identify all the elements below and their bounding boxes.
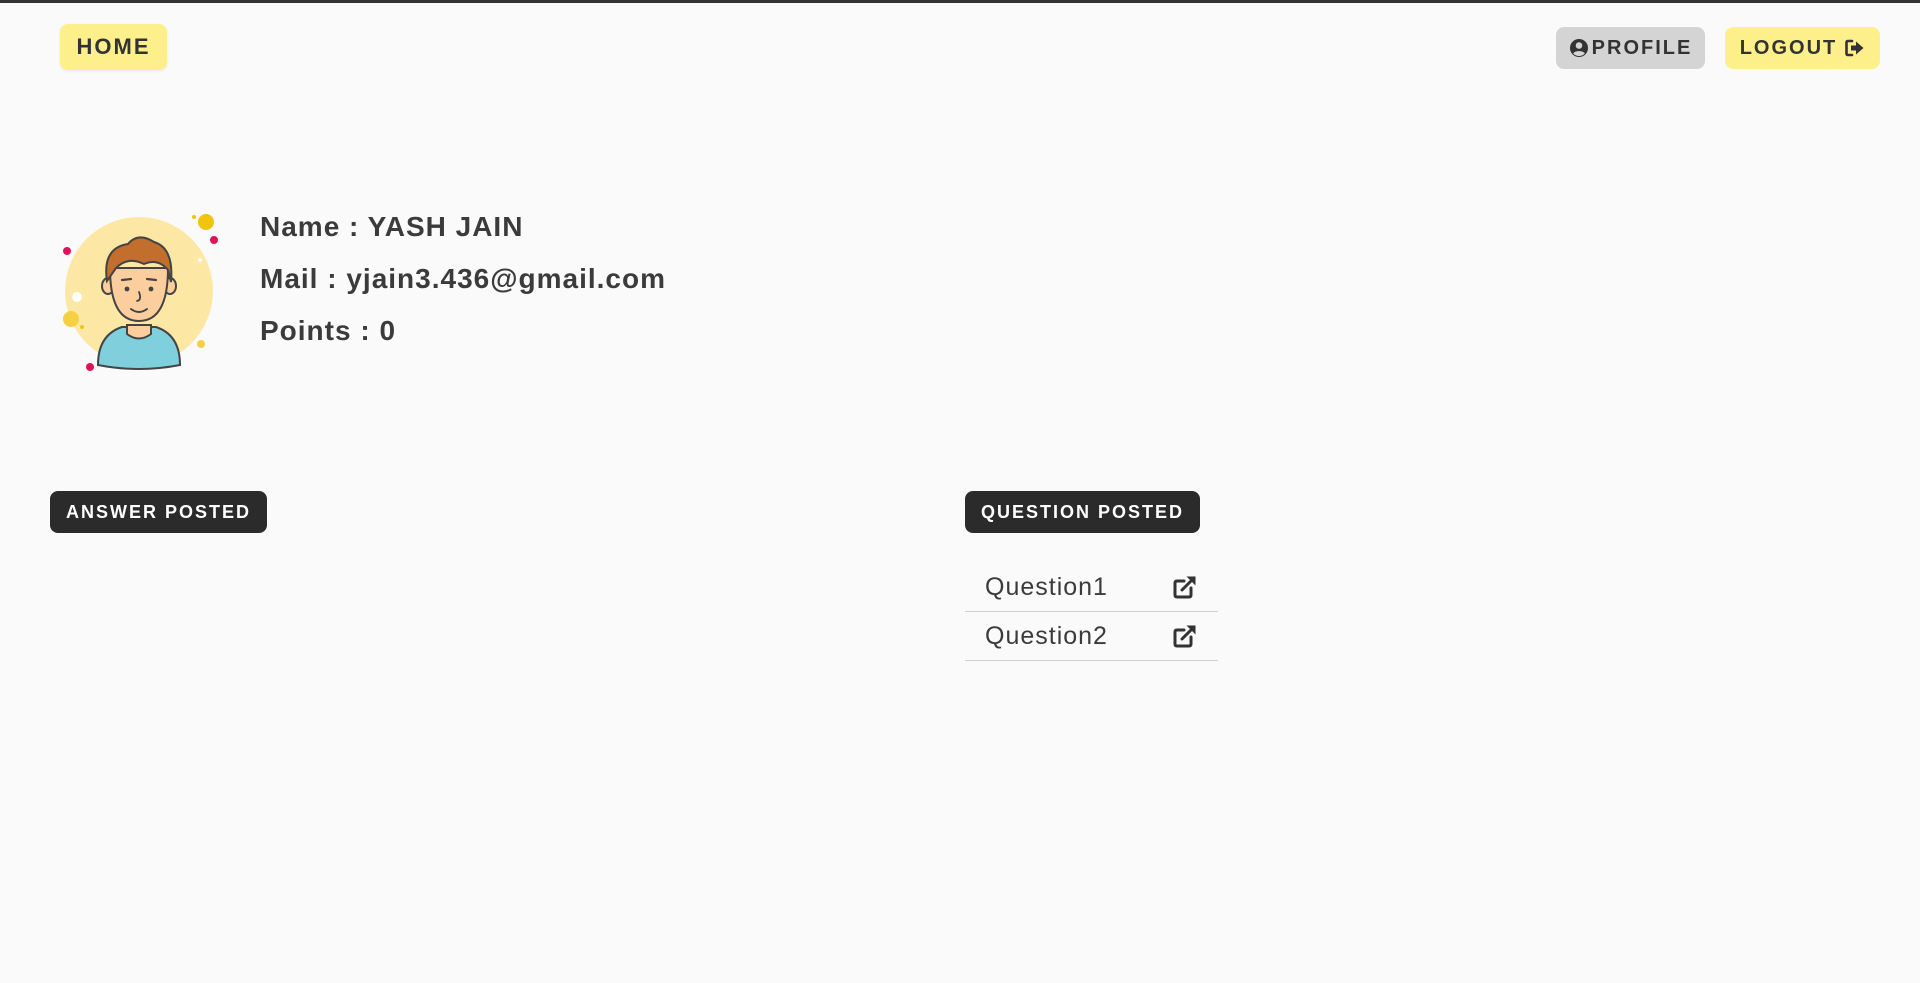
list-item: Question2 bbox=[965, 612, 1218, 661]
profile-button[interactable]: PROFILE bbox=[1556, 27, 1705, 69]
external-link-icon[interactable] bbox=[1172, 574, 1198, 600]
profile-info: Name : YASH JAIN Mail : yjain3.436@gmail… bbox=[260, 209, 666, 365]
user-circle-icon bbox=[1569, 38, 1589, 58]
question-list: Question1 Question2 bbox=[965, 563, 1218, 661]
logout-button-label: LOGOUT bbox=[1739, 36, 1838, 59]
profile-points: Points : 0 bbox=[260, 315, 397, 346]
profile-name: Name : YASH JAIN bbox=[260, 211, 524, 242]
home-button-label: HOME bbox=[76, 34, 151, 59]
answer-posted-badge: ANSWER POSTED bbox=[50, 491, 267, 533]
logout-button[interactable]: LOGOUT bbox=[1725, 27, 1880, 69]
external-link-icon[interactable] bbox=[1172, 623, 1198, 649]
list-item: Question1 bbox=[965, 563, 1218, 612]
answer-posted-label: ANSWER POSTED bbox=[65, 501, 251, 522]
question-posted-badge: QUESTION POSTED bbox=[965, 491, 1200, 533]
profile-button-label: PROFILE bbox=[1591, 36, 1693, 59]
home-button[interactable]: HOME bbox=[60, 24, 167, 70]
question-posted-label: QUESTION POSTED bbox=[980, 501, 1185, 522]
user-avatar-illustration bbox=[58, 208, 220, 373]
question-title: Question1 bbox=[985, 572, 1108, 601]
question-title: Question2 bbox=[985, 621, 1108, 650]
sign-out-icon bbox=[1845, 39, 1865, 57]
profile-mail: Mail : yjain3.436@gmail.com bbox=[260, 263, 666, 294]
